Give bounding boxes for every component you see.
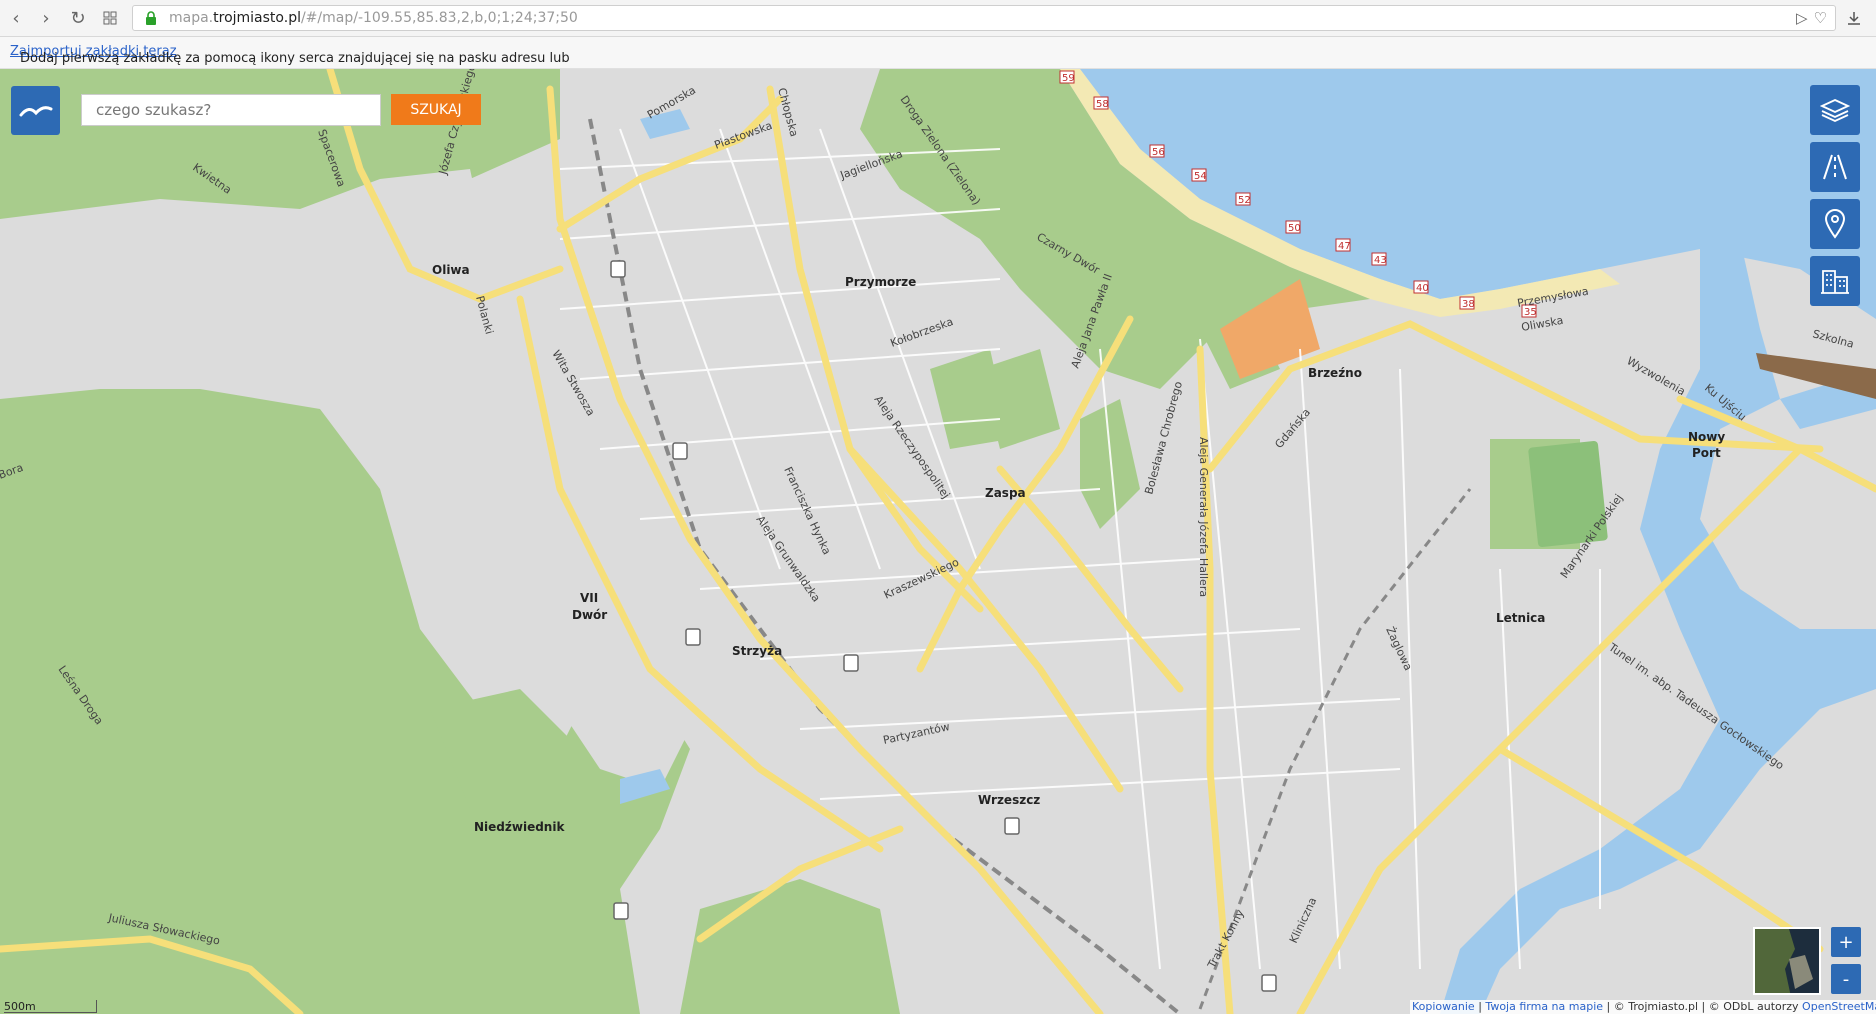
reload-icon[interactable]: ↻ — [66, 6, 90, 30]
district-label: Niedźwiednik — [474, 820, 565, 834]
osm-link[interactable]: OpenStreetMap — [1802, 1000, 1876, 1013]
road-icon — [1823, 154, 1847, 180]
svg-text:40: 40 — [1416, 283, 1429, 294]
svg-text:Franciszka Hynka: Franciszka Hynka — [781, 465, 833, 557]
svg-text:47: 47 — [1338, 241, 1351, 252]
bookmarks-message: Dodaj pierwszą zakładkę za pomocą ikony … — [20, 51, 570, 66]
seagull-icon — [19, 105, 52, 116]
map-pin-icon — [1824, 209, 1846, 239]
heart-icon[interactable]: ♡ — [1814, 9, 1827, 27]
lock-icon — [146, 11, 156, 25]
back-icon[interactable]: ‹ — [4, 6, 28, 30]
map-scale: 500m — [4, 1000, 97, 1013]
buildings-button[interactable] — [1810, 256, 1860, 306]
tram-stop-icon — [843, 654, 859, 672]
svg-text:59: 59 — [1062, 73, 1075, 84]
svg-text:Piastowska: Piastowska — [713, 119, 774, 152]
tram-stop-icon — [685, 628, 701, 646]
district-label: VII — [580, 591, 598, 605]
tram-stop-icon — [613, 902, 629, 920]
svg-text:Aleja Generała Józefa Hallera: Aleja Generała Józefa Hallera — [1197, 437, 1210, 597]
download-icon[interactable] — [1842, 6, 1866, 30]
your-firm-link[interactable]: Twoja firma na mapie — [1485, 1000, 1603, 1013]
map-attribution: Kopiowanie | Twoja firma na mapie | © Tr… — [1410, 1000, 1876, 1014]
forward-icon[interactable]: › — [34, 6, 58, 30]
copyright-text: © Trojmiasto.pl | © ODbL autorzy — [1613, 1000, 1799, 1013]
svg-text:Kliniczna: Kliniczna — [1287, 895, 1319, 945]
district-label: Zaspa — [985, 486, 1026, 500]
zoom-out-button[interactable]: - — [1831, 964, 1861, 994]
tram-stop-icon — [610, 260, 626, 278]
browser-toolbar: ‹ › ↻ mapa.trojmiasto.pl/#/map/-109.55,8… — [0, 0, 1876, 37]
roads-button[interactable] — [1810, 142, 1860, 192]
park — [1080, 399, 1140, 529]
district-label: Strzyża — [732, 644, 782, 658]
svg-text:52: 52 — [1238, 195, 1251, 206]
bookmarks-bar: Dodaj pierwszą zakładkę za pomocą ikony … — [0, 37, 1876, 69]
address-bar[interactable]: mapa.trojmiasto.pl/#/map/-109.55,85.83,2… — [132, 5, 1836, 31]
svg-text:43: 43 — [1374, 255, 1387, 266]
forest-south — [680, 879, 900, 1014]
district-label: Letnica — [1496, 611, 1545, 625]
poi-button[interactable] — [1810, 199, 1860, 249]
tram-stop-icon — [672, 442, 688, 460]
layers-button[interactable] — [1810, 85, 1860, 135]
svg-text:58: 58 — [1096, 99, 1109, 110]
district-label: Wrzeszcz — [978, 793, 1040, 807]
district-label: Port — [1692, 446, 1721, 460]
district-label: Brzeźno — [1308, 366, 1362, 380]
svg-text:56: 56 — [1152, 147, 1165, 158]
svg-text:50: 50 — [1288, 223, 1301, 234]
minimap-thumbnail[interactable] — [1753, 927, 1821, 995]
layers-icon — [1820, 99, 1850, 122]
svg-text:Wita Stwosza: Wita Stwosza — [549, 348, 597, 418]
speed-dial-icon[interactable] — [98, 6, 122, 30]
svg-text:Szkolna: Szkolna — [1811, 327, 1855, 350]
buildings-icon — [1821, 270, 1849, 294]
copy-link[interactable]: Kopiowanie — [1412, 1000, 1475, 1013]
send-icon[interactable]: ▷ — [1796, 9, 1808, 27]
svg-text:Kołobrzeska: Kołobrzeska — [889, 315, 955, 350]
search-input[interactable] — [81, 94, 381, 126]
district-label: Przymorze — [845, 275, 916, 289]
svg-text:Wyzwolenia: Wyzwolenia — [1625, 354, 1688, 398]
district-label: Nowy — [1688, 430, 1725, 444]
logo-button[interactable] — [11, 86, 60, 135]
district-label: Oliwa — [432, 263, 470, 277]
port-canal — [1440, 239, 1876, 1014]
svg-text:38: 38 — [1462, 299, 1475, 310]
map-canvas[interactable]: 59 58 56 54 52 50 47 43 40 38 35 Oliwa P… — [0, 69, 1876, 1014]
district-label: Dwór — [572, 608, 607, 622]
tram-stop-icon — [1261, 974, 1277, 992]
svg-text:Bolesława Chrobrego: Bolesława Chrobrego — [1142, 380, 1185, 496]
url-text: mapa.trojmiasto.pl/#/map/-109.55,85.83,2… — [169, 10, 578, 26]
search-button[interactable]: SZUKAJ — [391, 94, 481, 125]
railway — [1198, 488, 1472, 1010]
svg-text:54: 54 — [1194, 171, 1207, 182]
tram-stop-icon — [1004, 817, 1020, 835]
map-drawing: 59 58 56 54 52 50 47 43 40 38 35 Oliwa P… — [0, 69, 1876, 1014]
zoom-in-button[interactable]: + — [1831, 927, 1861, 957]
